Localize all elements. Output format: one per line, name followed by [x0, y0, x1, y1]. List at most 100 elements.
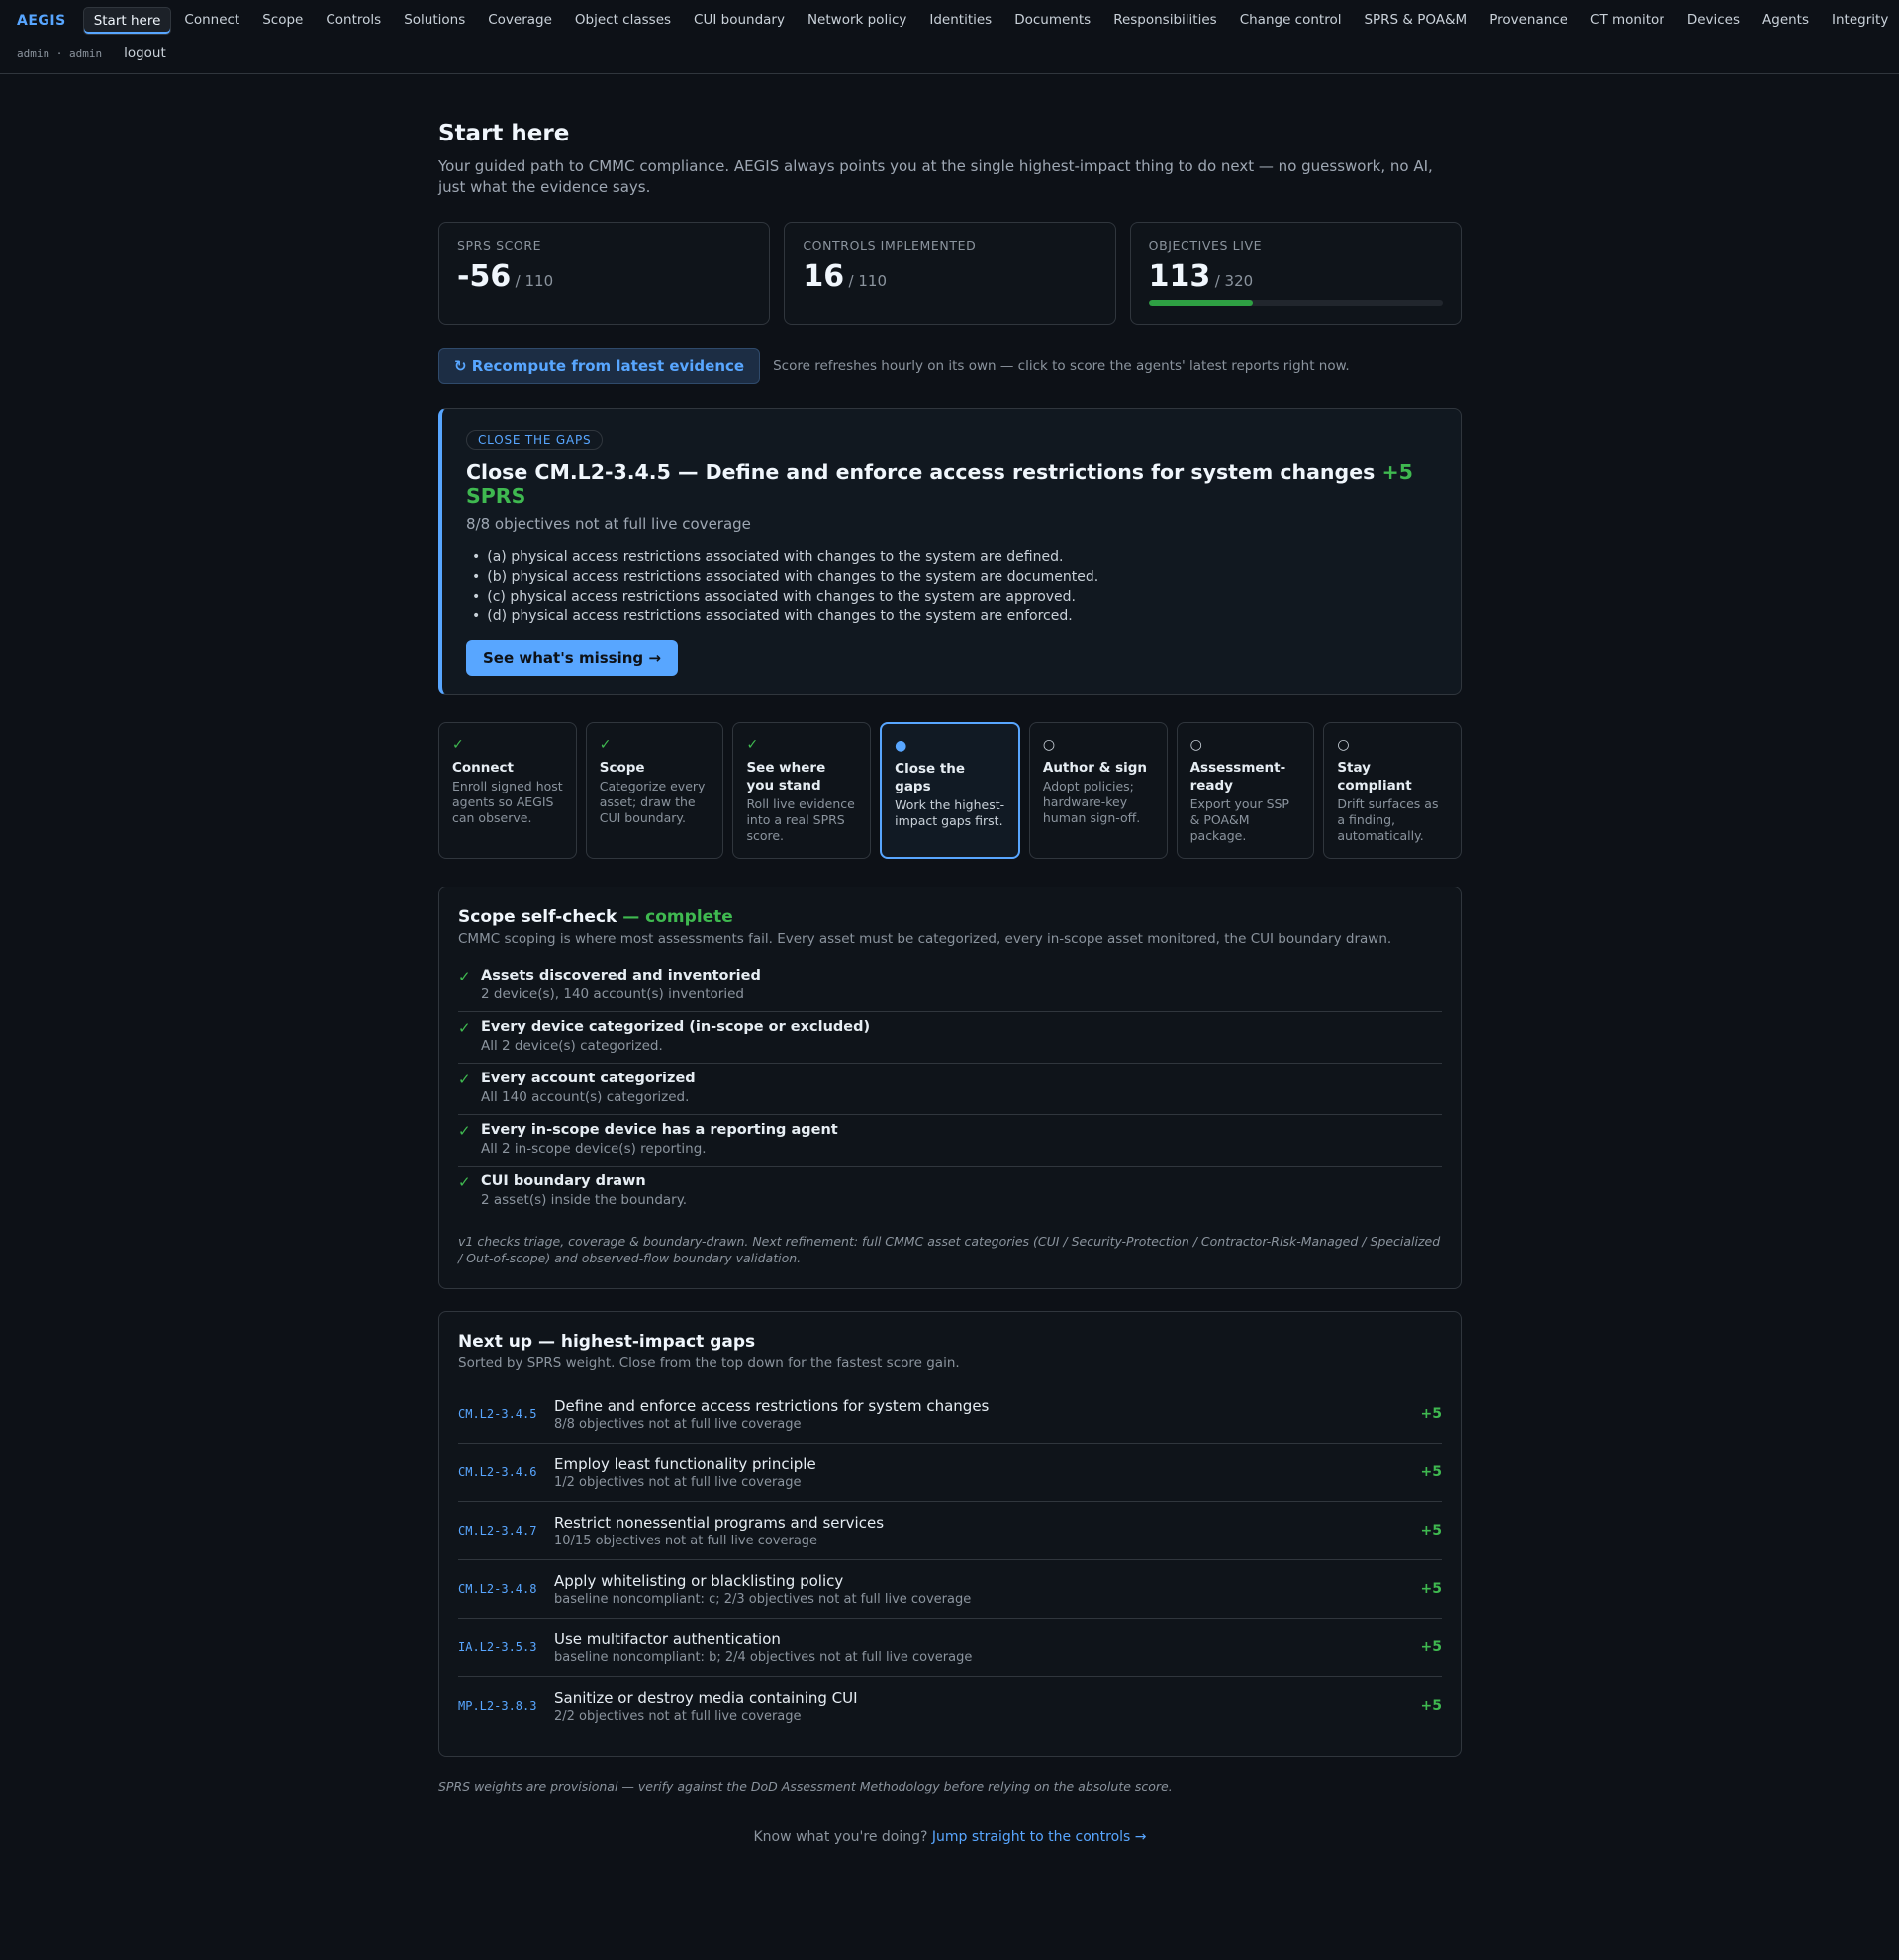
step-title: Assessment-ready — [1189, 760, 1286, 793]
step-title: Stay compliant — [1337, 760, 1412, 793]
gap-sprs-gain: +5 — [1420, 1581, 1442, 1597]
step-title: Author & sign — [1042, 760, 1148, 776]
stats-row: SPRS SCORE -56 / 110 CONTROLS IMPLEMENTE… — [438, 222, 1462, 325]
see-whats-missing-button[interactable]: See what's missing → — [466, 640, 678, 676]
gap-control-id[interactable]: CM.L2-3.4.7 — [458, 1524, 554, 1538]
scope-check-body: Every account categorized All 140 account… — [481, 1071, 696, 1105]
nav-item-provenance[interactable]: Provenance — [1479, 7, 1577, 35]
gap-detail: 8/8 objectives not at full live coverage — [554, 1416, 802, 1432]
nav-item-sprs-poa-m[interactable]: SPRS & POA&M — [1354, 7, 1476, 35]
step-card-see-where-you-stand[interactable]: ✓ See where you stand Roll live evidence i… — [732, 722, 872, 859]
jump-to-controls-link[interactable]: Jump straight to the controls → — [932, 1829, 1147, 1845]
scope-check-status: — complete — [617, 907, 733, 927]
nav-item-ct-monitor[interactable]: CT monitor — [1580, 7, 1674, 35]
gap-row[interactable]: MP.L2-3.8.3 Sanitize or destroy media con… — [458, 1677, 1442, 1734]
nav-item-network-policy[interactable]: Network policy — [798, 7, 916, 35]
nav-item-object-classes[interactable]: Object classes — [565, 7, 681, 35]
gap-detail: 1/2 objectives not at full live coverage — [554, 1474, 802, 1490]
objective-item: (d) physical access restrictions associa… — [472, 607, 1437, 626]
gap-row[interactable]: CM.L2-3.4.6 Employ least functionality pr… — [458, 1444, 1442, 1502]
brand-logo[interactable]: AEGIS — [17, 13, 66, 29]
gap-info: Restrict nonessential programs and servi… — [554, 1514, 1421, 1548]
main-content: Start here Your guided path to CMMC comp… — [438, 121, 1463, 1845]
stat-label: CONTROLS IMPLEMENTED — [803, 238, 977, 253]
gap-list: CM.L2-3.4.5 Define and enforce access res… — [458, 1385, 1442, 1734]
focus-gap-card: CLOSE THE GAPS Close CM.L2-3.4.5 — Defin… — [438, 408, 1462, 695]
gap-sprs-gain: +5 — [1420, 1698, 1442, 1714]
gap-detail: 10/15 objectives not at full live covera… — [554, 1533, 818, 1548]
nav-item-integrity[interactable]: Integrity — [1822, 7, 1898, 35]
scope-check-item-title: Every in-scope device has a reporting ag… — [481, 1122, 838, 1138]
nav-items: Start here Connect Scope Controls Solutions C… — [82, 7, 1899, 35]
check-icon: ✓ — [458, 1071, 471, 1088]
scope-check-item: ✓ Every account categorized All 140 accoun… — [458, 1064, 1442, 1115]
scope-check-item-detail: 2 asset(s) inside the boundary. — [481, 1192, 688, 1208]
objectives-progress-bar — [1148, 300, 1443, 306]
logout-link[interactable]: logout — [124, 46, 166, 61]
nav-item-solutions[interactable]: Solutions — [394, 7, 475, 35]
stat-card-objectives-live: OBJECTIVES LIVE 113 / 320 — [1129, 222, 1462, 325]
step-card-close-the-gaps[interactable]: ● Close the gaps Work the highest-impact g… — [880, 722, 1020, 859]
gap-detail: baseline noncompliant: b; 2/4 objectives… — [554, 1649, 973, 1665]
recompute-button[interactable]: ↻ Recompute from latest evidence — [438, 348, 761, 384]
scope-check-note: v1 checks triage, coverage & boundary-dr… — [458, 1234, 1441, 1265]
gap-name: Restrict nonessential programs and servi… — [554, 1513, 885, 1532]
gap-row[interactable]: IA.L2-3.5.3 Use multifactor authenticatio… — [458, 1619, 1442, 1677]
scope-check-item-title: CUI boundary drawn — [481, 1173, 646, 1189]
scope-check-item: ✓ Every in-scope device has a reporting a… — [458, 1115, 1442, 1167]
nav-item-agents[interactable]: Agents — [1753, 7, 1819, 35]
scope-self-check-panel: Scope self-check — complete CMMC scoping… — [438, 887, 1462, 1289]
scope-check-title-text: Scope self-check — [458, 907, 617, 927]
stat-denominator: / 110 — [515, 272, 554, 290]
gap-control-id[interactable]: IA.L2-3.5.3 — [458, 1640, 554, 1654]
gap-row[interactable]: CM.L2-3.4.7 Restrict nonessential program… — [458, 1502, 1442, 1560]
gap-info: Apply whitelisting or blacklisting polic… — [554, 1572, 1421, 1607]
nav-item-start-here[interactable]: Start here — [82, 7, 172, 35]
gap-row[interactable]: CM.L2-3.4.5 Define and enforce access res… — [458, 1385, 1442, 1444]
nav-item-scope[interactable]: Scope — [252, 7, 313, 35]
stat-label: SPRS SCORE — [457, 238, 542, 253]
objectives-progress-fill — [1148, 300, 1253, 306]
sprs-disclaimer: SPRS weights are provisional — verify ag… — [438, 1779, 1173, 1794]
step-description: Adopt policies; hardware-key human sign-… — [1042, 779, 1141, 825]
nav-item-controls[interactable]: Controls — [316, 7, 391, 35]
nav-item-documents[interactable]: Documents — [1004, 7, 1100, 35]
step-description: Categorize every asset; draw the CUI bou… — [599, 779, 706, 825]
nav-item-responsibilities[interactable]: Responsibilities — [1103, 7, 1227, 35]
gap-control-id[interactable]: MP.L2-3.8.3 — [458, 1699, 554, 1713]
nav-item-connect[interactable]: Connect — [174, 7, 249, 35]
gap-row[interactable]: CM.L2-3.4.8 Apply whitelisting or blackli… — [458, 1560, 1442, 1619]
stage-tag: CLOSE THE GAPS — [466, 430, 604, 450]
nav-item-change-control[interactable]: Change control — [1230, 7, 1352, 35]
objective-item: (a) physical access restrictions associa… — [472, 547, 1437, 567]
nav-item-coverage[interactable]: Coverage — [478, 7, 562, 35]
gap-sprs-gain: +5 — [1420, 1523, 1442, 1539]
step-card-assessment-ready[interactable]: ○ Assessment-ready Export your SSP & POA&M… — [1176, 722, 1315, 859]
scope-check-body: CUI boundary drawn 2 asset(s) inside the … — [481, 1173, 687, 1208]
check-icon: ✓ — [458, 1019, 471, 1037]
nav-item-devices[interactable]: Devices — [1677, 7, 1750, 35]
scope-check-item-title: Every account categorized — [481, 1071, 696, 1086]
gap-control-id[interactable]: CM.L2-3.4.6 — [458, 1465, 554, 1479]
objective-item: (b) physical access restrictions associa… — [472, 567, 1437, 587]
step-card-author-sign[interactable]: ○ Author & sign Adopt policies; hardware-k… — [1028, 722, 1168, 859]
scope-check-item: ✓ Assets discovered and inventoried 2 devi… — [458, 961, 1442, 1012]
stat-label: OBJECTIVES LIVE — [1148, 238, 1263, 253]
scope-check-body: Every device categorized (in-scope or ex… — [481, 1019, 870, 1054]
step-card-stay-compliant[interactable]: ○ Stay compliant Drift surfaces as a findi… — [1323, 722, 1463, 859]
objective-item: (c) physical access restrictions associa… — [472, 587, 1437, 607]
nav-item-cui-boundary[interactable]: CUI boundary — [684, 7, 795, 35]
scope-check-item-detail: All 2 in-scope device(s) reporting. — [481, 1141, 707, 1157]
gap-control-id[interactable]: CM.L2-3.4.8 — [458, 1582, 554, 1596]
stat-denominator: / 110 — [848, 272, 887, 290]
step-card-scope[interactable]: ✓ Scope Categorize every asset; draw the C… — [585, 722, 724, 859]
scope-check-subtitle: CMMC scoping is where most assessments f… — [458, 931, 1392, 947]
step-card-connect[interactable]: ✓ Connect Enroll signed host agents so AEG… — [438, 722, 577, 859]
nav-item-identities[interactable]: Identities — [919, 7, 1001, 35]
gap-name: Sanitize or destroy media containing CUI — [554, 1688, 858, 1707]
step-description: Enroll signed host agents so AEGIS can o… — [452, 779, 563, 825]
gap-control-id[interactable]: CM.L2-3.4.5 — [458, 1407, 554, 1421]
recompute-note: Score refreshes hourly on its own — clic… — [773, 358, 1350, 374]
current-dot-icon: ● — [895, 738, 907, 754]
scope-check-item: ✓ Every device categorized (in-scope or e… — [458, 1012, 1442, 1064]
